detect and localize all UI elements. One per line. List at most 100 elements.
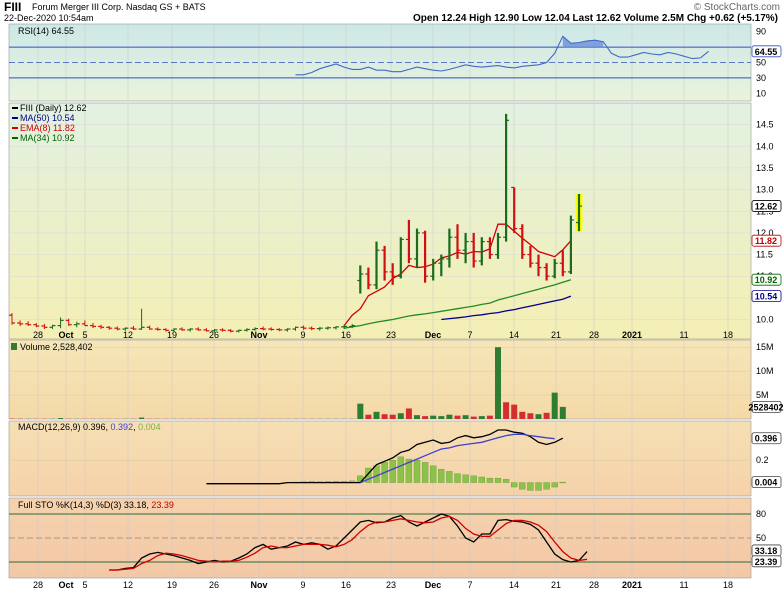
volume-bar — [486, 415, 493, 419]
value-tag-text: 10.54 — [755, 292, 778, 302]
volume-bar — [365, 414, 372, 419]
ticker-symbol: FIII — [4, 0, 21, 14]
value-tag-text: 11.82 — [755, 236, 777, 246]
volume-y-tick: 10M — [756, 366, 774, 376]
volume-bar — [139, 417, 145, 419]
x-tick-label-top: 19 — [167, 330, 177, 340]
x-tick-label-top: 16 — [341, 330, 351, 340]
volume-bar — [405, 408, 412, 419]
macd-histogram-bar — [551, 482, 558, 488]
macd-histogram-bar — [559, 481, 566, 484]
volume-bar — [543, 412, 550, 419]
x-tick-label-bottom: 2021 — [622, 580, 642, 590]
rsi-y-tick: 90 — [756, 27, 766, 37]
x-tick-label-top: 26 — [209, 330, 219, 340]
volume-bar — [373, 411, 380, 419]
x-tick-label-bottom: 16 — [341, 580, 351, 590]
x-tick-label-top: 5 — [82, 330, 87, 340]
x-tick-label-bottom: 11 — [679, 580, 688, 590]
sto-y-tick: 50 — [756, 533, 766, 543]
sto-y-tick: 80 — [756, 509, 766, 519]
macd-histogram-bar — [502, 479, 510, 483]
sto-legend: Full STO %K(14,3) %D(3) 33.18, 23.39 — [18, 500, 174, 510]
volume-bar — [511, 404, 518, 419]
x-tick-label-top: 2021 — [622, 330, 642, 340]
volume-bar — [527, 413, 534, 419]
volume-bar — [470, 416, 477, 419]
volume-bar — [535, 414, 542, 419]
volume-y-tick: 15M — [756, 342, 774, 352]
timestamp: 22-Dec-2020 10:54am — [4, 13, 94, 23]
macd-legend: MACD(12,26,9) 0.396, 0.392, 0.004 — [18, 422, 161, 432]
price-y-tick: 14.5 — [756, 120, 774, 130]
price-panel — [8, 102, 752, 340]
x-tick-label-top: Dec — [425, 330, 442, 340]
value-tag-text: 0.004 — [755, 478, 778, 488]
volume-bar — [446, 414, 453, 419]
x-tick-label-bottom: 12 — [123, 580, 133, 590]
price-y-tick: 14.0 — [756, 141, 774, 151]
company-name: Forum Merger III Corp. Nasdaq GS + BATS — [32, 2, 206, 12]
price-legend-item: EMA(8) 11.82 — [20, 123, 75, 133]
value-tag-text: 33.18 — [755, 546, 778, 556]
x-tick-label-bottom: 23 — [386, 580, 396, 590]
price-legend-item: MA(50) 10.54 — [20, 113, 75, 123]
x-tick-label-bottom: 28 — [33, 580, 43, 590]
macd-histogram-bar — [486, 477, 494, 483]
x-tick-label-bottom: Dec — [425, 580, 442, 590]
macd-histogram-bar — [389, 460, 396, 483]
macd-histogram-bar — [462, 474, 469, 483]
x-tick-label-bottom: Oct — [58, 580, 73, 590]
macd-y-tick: 0.2 — [756, 455, 769, 465]
x-tick-label-bottom: 9 — [300, 580, 305, 590]
rsi-y-tick: 10 — [756, 88, 766, 98]
x-tick-label-bottom: 18 — [723, 580, 733, 590]
volume-bar — [519, 411, 526, 419]
x-tick-label-bottom: 19 — [167, 580, 177, 590]
x-tick-label-top: 28 — [33, 330, 43, 340]
price-y-tick: 13.0 — [756, 185, 774, 195]
volume-bar — [495, 347, 501, 419]
volume-bar — [422, 416, 429, 419]
macd-histogram-bar — [470, 475, 477, 483]
rsi-y-tick: 50 — [756, 58, 766, 68]
x-tick-label-top: Nov — [250, 330, 267, 340]
volume-bar — [381, 414, 388, 419]
x-tick-label-bottom: 26 — [209, 580, 219, 590]
volume-bar — [478, 416, 485, 419]
price-y-tick: 11.5 — [756, 250, 773, 260]
x-tick-label-top: 12 — [123, 330, 133, 340]
macd-legend-part: MACD(12,26,9) 0.396, — [18, 422, 111, 432]
rsi-legend: RSI(14) 64.55 — [18, 26, 74, 36]
x-tick-label-bottom: 21 — [551, 580, 561, 590]
price-legend-item: MA(34) 10.92 — [20, 133, 75, 143]
volume-bar — [58, 418, 64, 419]
macd-histogram-bar — [421, 462, 429, 483]
sto-legend-part: Full STO %K(14,3) %D(3) 33.18, — [18, 500, 151, 510]
rsi-y-tick: 30 — [756, 73, 766, 83]
x-tick-label-bottom: 7 — [467, 580, 472, 590]
macd-histogram-bar — [494, 477, 502, 483]
volume-bar — [503, 402, 510, 419]
x-tick-label-bottom: 28 — [589, 580, 599, 590]
x-tick-label-bottom: Nov — [250, 580, 267, 590]
volume-bar — [414, 415, 420, 419]
x-tick-label-bottom: 14 — [509, 580, 519, 590]
volume-bar — [389, 414, 396, 419]
x-tick-label-top: 21 — [551, 330, 561, 340]
x-tick-label-top: 7 — [467, 330, 472, 340]
volume-bar — [357, 403, 364, 419]
macd-histogram-bar — [511, 482, 518, 488]
x-tick-label-bottom: 5 — [82, 580, 87, 590]
watermark: © StockCharts.com — [694, 2, 780, 13]
volume-legend-swatch — [11, 343, 17, 350]
price-legend-item: FIII (Daily) 12.62 — [20, 103, 87, 113]
volume-panel — [8, 339, 752, 420]
macd-histogram-bar — [373, 465, 380, 483]
volume-bar — [438, 416, 445, 419]
macd-histogram-bar — [430, 465, 437, 483]
value-tag-text: 2528402 — [748, 402, 783, 412]
macd-histogram-bar — [397, 456, 404, 483]
macd-histogram-bar — [454, 473, 461, 483]
value-tag-text: 10.92 — [755, 275, 778, 285]
